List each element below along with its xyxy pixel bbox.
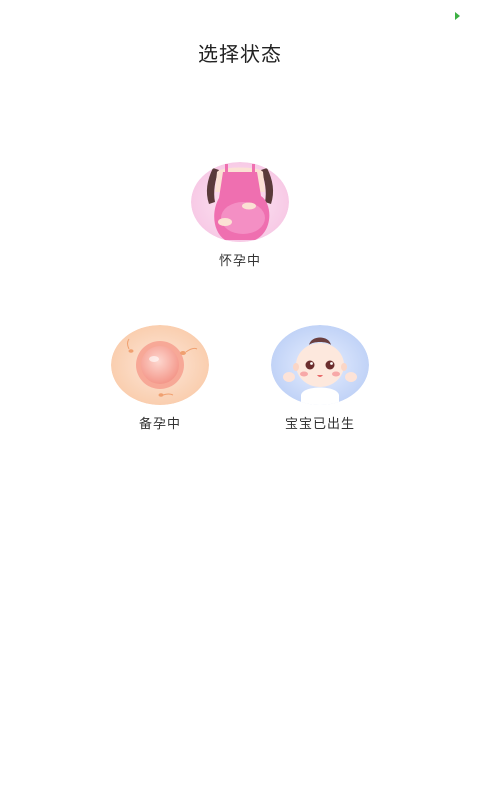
- option-pregnant-label: 怀孕中: [218, 254, 261, 269]
- option-preparing[interactable]: 备孕中: [105, 325, 215, 432]
- egg-cell-icon: [111, 325, 209, 405]
- option-pregnant[interactable]: 怀孕中: [185, 162, 295, 269]
- pregnant-woman-icon: [191, 162, 289, 242]
- page-title: 选择状态: [198, 42, 282, 66]
- option-baby-born-label: 宝宝已出生: [284, 417, 355, 432]
- option-baby-born[interactable]: 宝宝已出生: [265, 325, 375, 432]
- baby-face-icon: [271, 325, 369, 405]
- status-indicator-icon: [455, 12, 460, 20]
- status-select-screen: 选择状态 怀孕中 备孕中 宝宝已出生: [0, 0, 480, 800]
- option-preparing-label: 备孕中: [138, 417, 181, 432]
